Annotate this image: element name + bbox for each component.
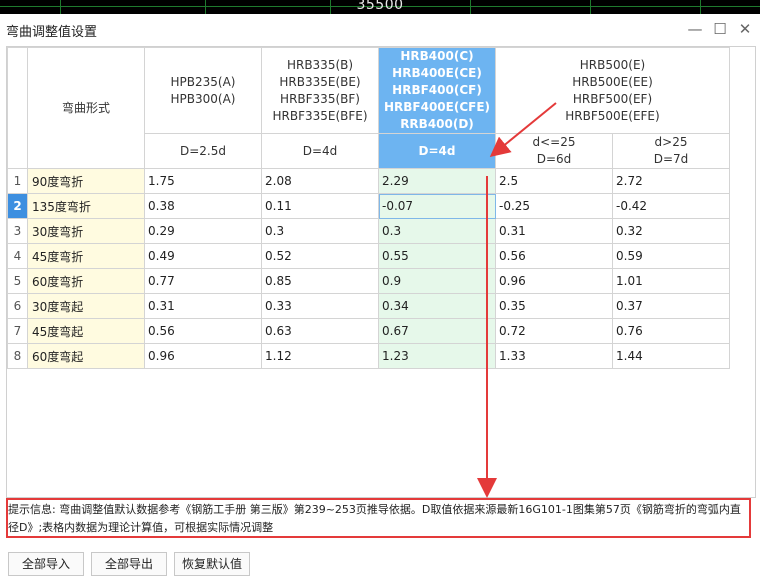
- info-message: 提示信息: 弯曲调整值默认数据参考《钢筋工手册 第三版》第239~253页推导依…: [6, 498, 751, 538]
- value-cell[interactable]: 0.37: [612, 293, 730, 319]
- table-row[interactable]: 3 30度弯折 0.29 0.3 0.3 0.31 0.32: [7, 218, 730, 244]
- bend-type-cell: 30度弯折: [27, 218, 145, 244]
- subheader-hpb[interactable]: D=2.5d: [144, 133, 262, 169]
- subheader-hrb500-large[interactable]: d>25 D=7d: [612, 133, 730, 169]
- value-cell[interactable]: 0.59: [612, 243, 730, 269]
- row-number[interactable]: 3: [7, 218, 28, 244]
- value-cell[interactable]: -0.42: [612, 193, 730, 219]
- group-header-hrb335[interactable]: HRB335(B) HRB335E(BE) HRBF335(BF) HRBF33…: [261, 47, 379, 134]
- minimize-icon[interactable]: —: [684, 19, 706, 39]
- value-cell[interactable]: 0.31: [144, 293, 262, 319]
- value-cell[interactable]: 1.01: [612, 268, 730, 294]
- value-cell[interactable]: 0.63: [261, 318, 379, 344]
- value-cell[interactable]: 0.33: [261, 293, 379, 319]
- value-cell[interactable]: 0.38: [144, 193, 262, 219]
- background-cad-strip: 35500: [0, 0, 760, 14]
- row-number[interactable]: 7: [7, 318, 28, 344]
- row-number-header: [7, 47, 28, 169]
- value-cell[interactable]: 0.31: [495, 218, 613, 244]
- subheader-hrb335[interactable]: D=4d: [261, 133, 379, 169]
- value-cell[interactable]: 0.96: [144, 343, 262, 369]
- dialog-title: 弯曲调整值设置: [6, 25, 98, 40]
- bend-type-cell: 30度弯起: [27, 293, 145, 319]
- value-cell[interactable]: 0.77: [144, 268, 262, 294]
- value-cell[interactable]: 2.29: [378, 168, 496, 194]
- bend-type-cell: 45度弯起: [27, 318, 145, 344]
- value-cell[interactable]: 0.76: [612, 318, 730, 344]
- table-row[interactable]: 4 45度弯折 0.49 0.52 0.55 0.56 0.59: [7, 243, 730, 269]
- restore-default-button[interactable]: 恢复默认值: [174, 552, 250, 576]
- value-cell[interactable]: -0.25: [495, 193, 613, 219]
- value-cell[interactable]: 0.55: [378, 243, 496, 269]
- group-header-hrb400[interactable]: HRB400(C) HRB400E(CE) HRBF400(CF) HRBF40…: [378, 47, 496, 134]
- value-cell[interactable]: 0.32: [612, 218, 730, 244]
- value-cell[interactable]: 1.75: [144, 168, 262, 194]
- value-cell[interactable]: 0.3: [261, 218, 379, 244]
- value-cell[interactable]: 0.67: [378, 318, 496, 344]
- subheader-hrb500-small[interactable]: d<=25 D=6d: [495, 133, 613, 169]
- value-cell-active[interactable]: -0.07: [378, 193, 496, 219]
- subheader-hrb400[interactable]: D=4d: [378, 133, 496, 169]
- value-cell[interactable]: 0.34: [378, 293, 496, 319]
- bend-type-header: 弯曲形式: [27, 47, 145, 169]
- value-cell[interactable]: 2.72: [612, 168, 730, 194]
- background-dimension-text: 35500: [356, 0, 404, 13]
- bend-type-cell: 135度弯折: [27, 193, 145, 219]
- value-cell[interactable]: 0.9: [378, 268, 496, 294]
- value-cell[interactable]: 2.5: [495, 168, 613, 194]
- table-row[interactable]: 2 135度弯折 0.38 0.11 -0.07 -0.25 -0.42: [7, 193, 730, 219]
- value-cell[interactable]: 2.08: [261, 168, 379, 194]
- group-header-hpb[interactable]: HPB235(A) HPB300(A): [144, 47, 262, 134]
- row-number[interactable]: 8: [7, 343, 28, 369]
- value-cell[interactable]: 0.35: [495, 293, 613, 319]
- group-header-hrb500[interactable]: HRB500(E) HRB500E(EE) HRBF500(EF) HRBF50…: [495, 47, 730, 134]
- table-row[interactable]: 8 60度弯起 0.96 1.12 1.23 1.33 1.44: [7, 343, 730, 369]
- value-cell[interactable]: 0.96: [495, 268, 613, 294]
- bend-type-cell: 60度弯折: [27, 268, 145, 294]
- value-cell[interactable]: 0.49: [144, 243, 262, 269]
- row-number[interactable]: 4: [7, 243, 28, 269]
- bend-type-cell: 45度弯折: [27, 243, 145, 269]
- value-cell[interactable]: 0.11: [261, 193, 379, 219]
- dialog-titlebar[interactable]: 弯曲调整值设置 — ☐ ✕: [0, 14, 760, 44]
- export-all-button[interactable]: 全部导出: [91, 552, 167, 576]
- row-number[interactable]: 5: [7, 268, 28, 294]
- table-row[interactable]: 1 90度弯折 1.75 2.08 2.29 2.5 2.72: [7, 168, 730, 194]
- value-cell[interactable]: 0.3: [378, 218, 496, 244]
- import-all-button[interactable]: 全部导入: [8, 552, 84, 576]
- bend-type-cell: 60度弯起: [27, 343, 145, 369]
- row-number[interactable]: 6: [7, 293, 28, 319]
- bend-type-cell: 90度弯折: [27, 168, 145, 194]
- maximize-icon[interactable]: ☐: [709, 19, 731, 39]
- row-number[interactable]: 2: [7, 193, 28, 219]
- row-number[interactable]: 1: [7, 168, 28, 194]
- table-row[interactable]: 7 45度弯起 0.56 0.63 0.67 0.72 0.76: [7, 318, 730, 344]
- table-row[interactable]: 5 60度弯折 0.77 0.85 0.9 0.96 1.01: [7, 268, 730, 294]
- value-cell[interactable]: 1.12: [261, 343, 379, 369]
- value-cell[interactable]: 0.52: [261, 243, 379, 269]
- value-cell[interactable]: 0.56: [495, 243, 613, 269]
- value-cell[interactable]: 1.33: [495, 343, 613, 369]
- bend-adjustment-table: 弯曲形式 HPB235(A) HPB300(A) HRB335(B) HRB33…: [6, 46, 756, 498]
- value-cell[interactable]: 0.56: [144, 318, 262, 344]
- close-icon[interactable]: ✕: [734, 19, 756, 39]
- value-cell[interactable]: 1.44: [612, 343, 730, 369]
- value-cell[interactable]: 0.29: [144, 218, 262, 244]
- value-cell[interactable]: 1.23: [378, 343, 496, 369]
- value-cell[interactable]: 0.72: [495, 318, 613, 344]
- table-row[interactable]: 6 30度弯起 0.31 0.33 0.34 0.35 0.37: [7, 293, 730, 319]
- value-cell[interactable]: 0.85: [261, 268, 379, 294]
